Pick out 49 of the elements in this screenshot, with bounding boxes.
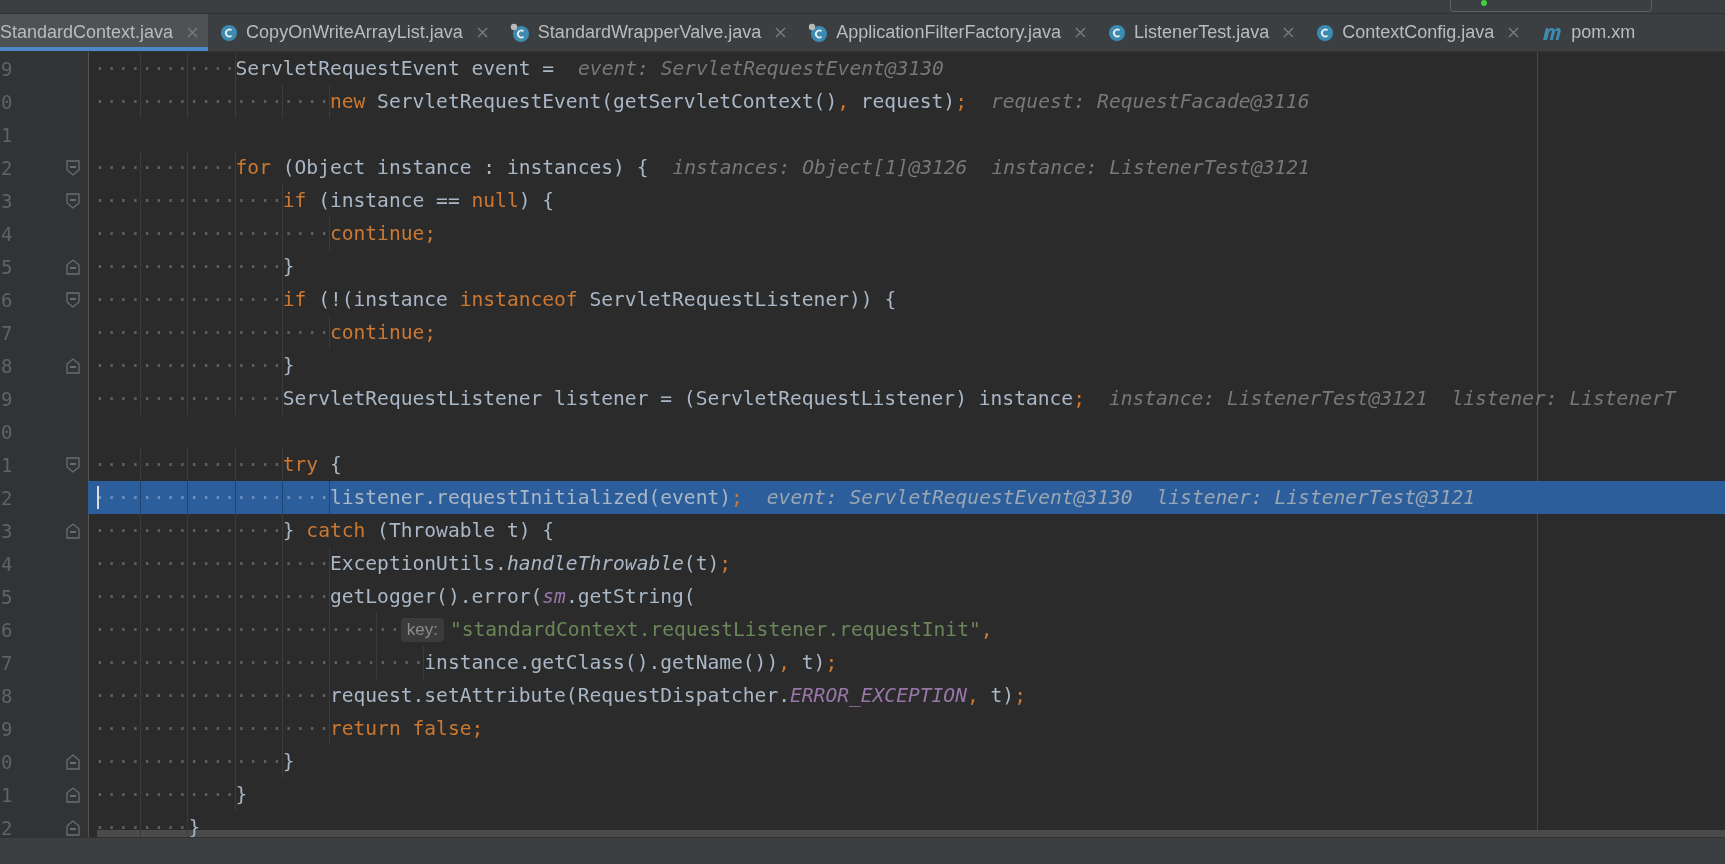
code-text: } xyxy=(282,354,295,377)
editor-tab[interactable]: ListenerTest.java xyxy=(1096,14,1305,51)
inline-value-hint: instance: ListenerTest@3121 xyxy=(991,156,1310,179)
class-icon xyxy=(1316,23,1335,42)
code-text: listener.requestInitialized(event); xyxy=(329,486,743,509)
code-text: ServletRequestEvent event = xyxy=(235,57,555,80)
editor-tab[interactable]: ApplicationFilterFactory.java xyxy=(796,14,1097,51)
inline-value-hint: request: RequestFacade@3116 xyxy=(990,90,1310,113)
code-text: request.setAttribute(RequestDispatcher.ERROR_EXCEPTION, t); xyxy=(329,684,1026,707)
fold-icon[interactable] xyxy=(66,456,80,473)
code-text: ExceptionUtils.handleThrowable(t); xyxy=(329,552,732,575)
code-text: continue; xyxy=(329,321,437,344)
inline-value-hint: event: ServletRequestEvent@3130 xyxy=(578,57,944,80)
inline-value-hint: event: ServletRequestEvent@3130 xyxy=(766,486,1133,509)
editor-tab[interactable]: CopyOnWriteArrayList.java xyxy=(208,14,498,51)
status-dot xyxy=(1481,0,1487,6)
class-icon xyxy=(808,22,829,43)
editor-tab[interactable]: ContextConfig.java xyxy=(1304,14,1530,51)
inline-value-hint: instances: Object[1]@3126 xyxy=(672,156,968,179)
class-icon xyxy=(220,23,239,42)
fold-icon[interactable] xyxy=(66,159,80,176)
code-text: } xyxy=(235,783,248,806)
code-text: instance.getClass().getName()), t); xyxy=(424,651,838,674)
class-icon xyxy=(509,22,530,43)
code-text: continue; xyxy=(329,222,437,245)
inline-value-hint: listener: ListenerT xyxy=(1451,387,1676,410)
inline-value-hint: instance: ListenerTest@3121 xyxy=(1108,387,1428,410)
fold-icon[interactable] xyxy=(66,291,80,308)
fold-icon[interactable] xyxy=(66,192,80,209)
editor-tab[interactable]: StandardContext.java xyxy=(0,14,209,51)
code-text: return false; xyxy=(329,717,484,740)
code-text: } catch (Throwable t) { xyxy=(282,519,555,542)
code-text: if (!(instance instanceof ServletRequestListener)) { xyxy=(282,288,897,311)
code-text: for (Object instance : instances) { xyxy=(235,156,649,179)
code-text: try { xyxy=(282,453,342,476)
code-text: ServletRequestListener listener = (ServletRequestListener) instance; xyxy=(282,387,1085,410)
class-icon xyxy=(1108,23,1127,42)
code-text: } xyxy=(188,816,201,837)
code-text: } xyxy=(282,255,295,278)
editor-tab[interactable]: pom.xm xyxy=(1529,14,1646,51)
editor-tab[interactable]: StandardWrapperValve.java xyxy=(497,14,797,51)
code-text: if (instance == null) { xyxy=(282,189,555,212)
code-text: "standardContext.requestListener.requestInit", xyxy=(449,618,993,641)
parameter-hint: key: xyxy=(400,617,444,642)
code-text: getLogger().error(sm.getString( xyxy=(329,585,696,608)
code-text: } xyxy=(282,750,295,773)
text-caret xyxy=(97,486,99,509)
code-text: new ServletRequestEvent(getServletContext(), request); xyxy=(329,90,967,113)
inline-value-hint: listener: ListenerTest@3121 xyxy=(1156,486,1476,509)
